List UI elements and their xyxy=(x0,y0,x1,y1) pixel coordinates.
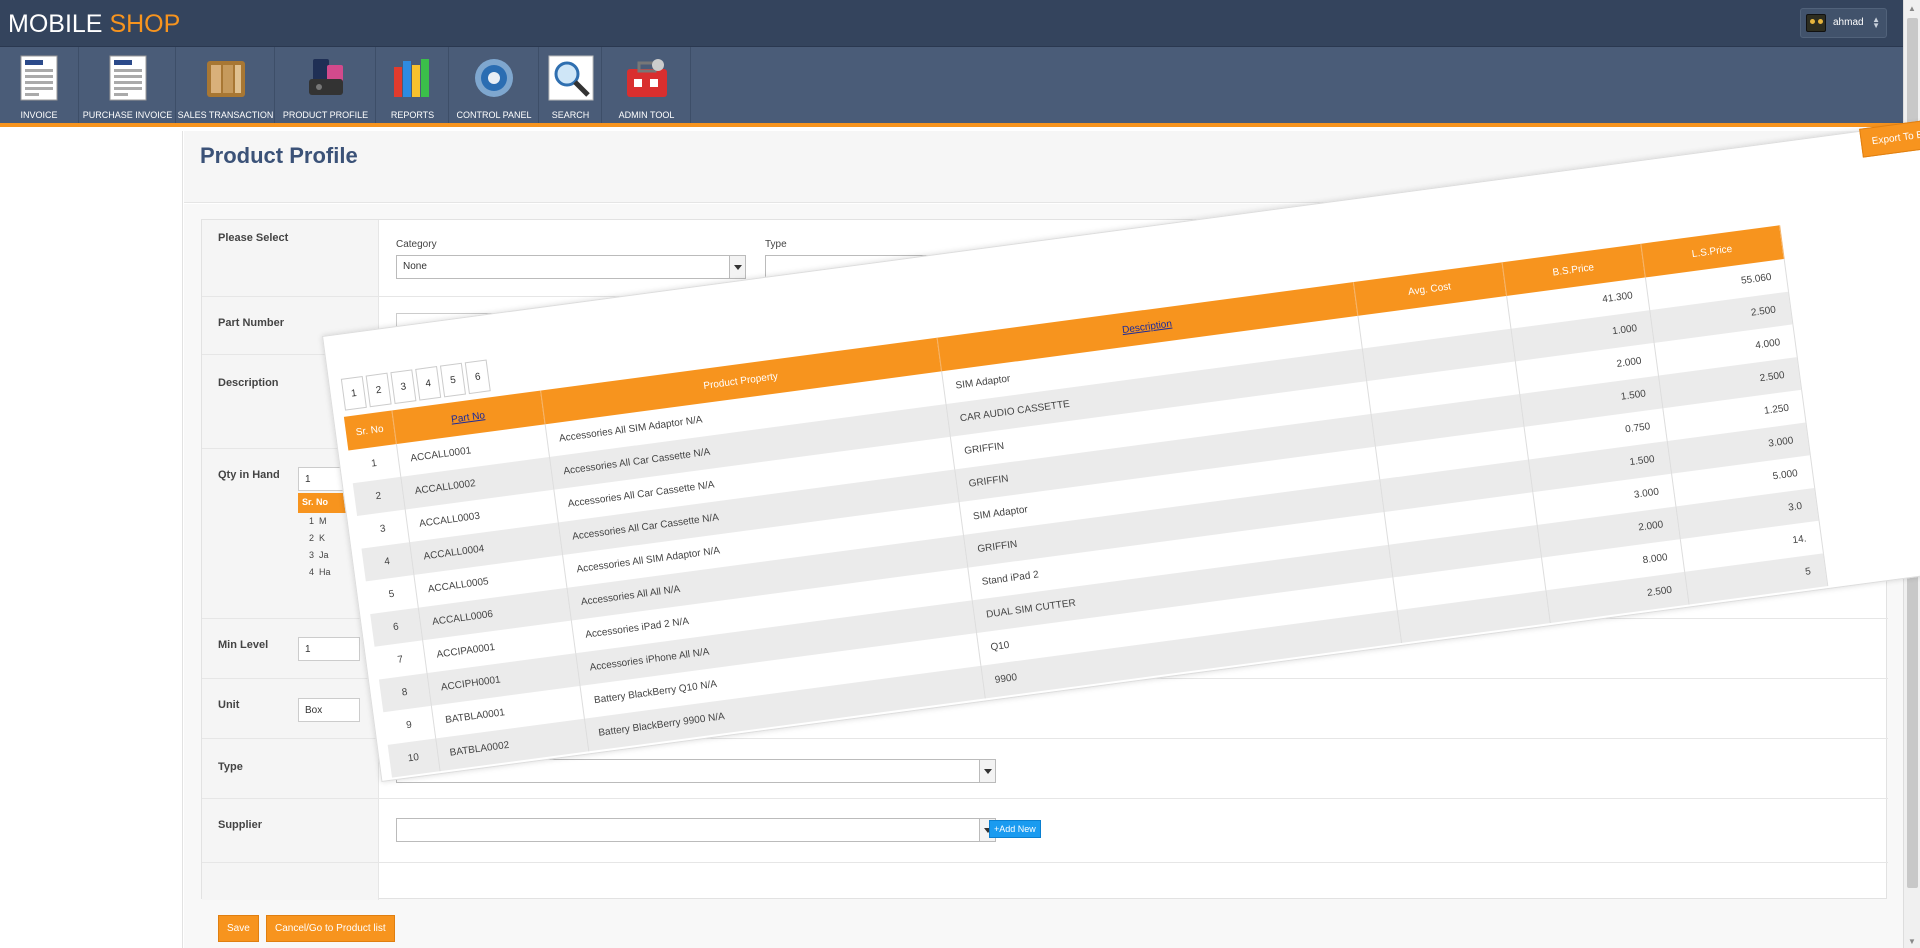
description-label: Description xyxy=(218,377,279,389)
sort-description-link[interactable]: Description xyxy=(1122,318,1173,336)
user-name: ahmad xyxy=(1833,17,1864,28)
part-number-label: Part Number xyxy=(218,317,285,329)
qty-in-hand-label: Qty in Hand xyxy=(218,469,280,481)
chevron-down-icon xyxy=(729,256,745,278)
please-select-label: Please Select xyxy=(218,232,289,244)
brand-part1: MOBILE xyxy=(8,10,103,38)
toolbar-label: SALES TRANSACTION xyxy=(177,110,274,120)
control-panel-icon xyxy=(471,55,517,101)
toolbar-item-product-profile[interactable]: PRODUCT PROFILE xyxy=(276,47,376,123)
reports-icon xyxy=(390,55,436,101)
min-level-label: Min Level xyxy=(218,639,269,651)
app-logo[interactable]: MOBILE SHOP xyxy=(8,10,180,39)
page-button[interactable]: 4 xyxy=(415,366,442,401)
chevron-down-icon xyxy=(979,760,995,782)
page-button[interactable]: 2 xyxy=(365,372,392,408)
page-button[interactable]: 6 xyxy=(464,359,491,395)
toolbar-label: PURCHASE INVOICE xyxy=(82,110,173,120)
chevron-updown-icon: ▲ ▼ xyxy=(1872,15,1880,30)
user-menu[interactable]: ahmad ▲ ▼ xyxy=(1800,8,1887,38)
toolbar-item-purchase-invoice[interactable]: PURCHASE INVOICE xyxy=(80,47,176,123)
invoice-icon xyxy=(16,55,62,101)
page-button[interactable]: 5 xyxy=(439,362,466,398)
main-toolbar: INVOICE PURCHASE INVOICE SALES TRANSACTI… xyxy=(0,47,1903,127)
purchase-invoice-icon xyxy=(105,55,151,101)
type-label: Type xyxy=(765,239,787,250)
min-level-input[interactable]: 1 xyxy=(298,637,360,661)
toolbar-item-control-panel[interactable]: CONTROL PANEL xyxy=(450,47,539,123)
supplier-select[interactable] xyxy=(396,818,996,842)
left-sidebar xyxy=(0,131,183,948)
top-header: MOBILE SHOP ahmad ▲ ▼ xyxy=(0,0,1903,47)
unit-input[interactable]: Box xyxy=(298,698,360,722)
toolbar-label: ADMIN TOOL xyxy=(618,110,675,120)
page-title: Product Profile xyxy=(200,143,358,168)
sort-part-no-link[interactable]: Part No xyxy=(451,410,486,425)
save-button[interactable]: Save xyxy=(218,915,259,942)
toolbar-label: REPORTS xyxy=(390,110,435,120)
toolbar-item-search[interactable]: SEARCH xyxy=(540,47,602,123)
toolbar-label: CONTROL PANEL xyxy=(456,110,532,120)
category-label: Category xyxy=(396,239,437,250)
toolbar-item-sales-transaction[interactable]: SALES TRANSACTION xyxy=(177,47,275,123)
add-new-supplier-button[interactable]: +Add New xyxy=(989,820,1041,838)
unit-label: Unit xyxy=(218,699,240,711)
search-icon xyxy=(548,55,594,101)
cell-sr-no: 10 xyxy=(387,738,440,778)
admin-tool-icon xyxy=(624,55,670,101)
toolbar-item-invoice[interactable]: INVOICE xyxy=(0,47,79,123)
scroll-down-icon[interactable]: ▼ xyxy=(1908,937,1916,946)
avatar xyxy=(1806,14,1826,32)
toolbar-item-admin-tool[interactable]: ADMIN TOOL xyxy=(603,47,691,123)
form-row-empty xyxy=(202,863,1888,900)
page-button[interactable]: 1 xyxy=(340,375,367,411)
sales-transaction-icon xyxy=(203,55,249,101)
toolbar-item-reports[interactable]: REPORTS xyxy=(377,47,449,123)
toolbar-label: PRODUCT PROFILE xyxy=(282,110,369,120)
form-row-supplier: Supplier +Add New xyxy=(202,799,1888,863)
page-button[interactable]: 3 xyxy=(390,369,417,404)
toolbar-label: SEARCH xyxy=(551,110,590,120)
type-row-label: Type xyxy=(218,761,243,773)
category-select[interactable]: None xyxy=(396,255,746,279)
product-profile-icon xyxy=(303,55,349,101)
scroll-up-icon[interactable]: ▲ xyxy=(1908,4,1916,13)
cancel-button[interactable]: Cancel/Go to Product list xyxy=(266,915,395,942)
supplier-label: Supplier xyxy=(218,819,263,831)
brand-part2: SHOP xyxy=(109,10,181,38)
toolbar-label: INVOICE xyxy=(20,110,58,120)
